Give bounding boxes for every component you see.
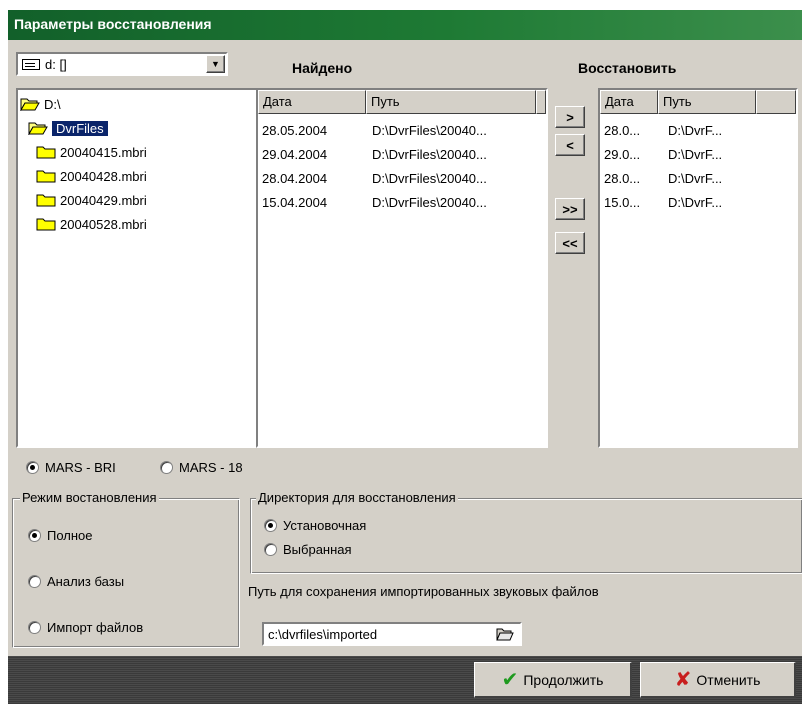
tree-item-label: 20040528.mbri [60, 216, 147, 232]
table-row[interactable]: 29.04.2004 D:\DvrFiles\20040... [258, 142, 546, 166]
column-date-header[interactable]: Дата [600, 90, 658, 114]
folder-icon [36, 145, 56, 159]
restore-params-dialog: Параметры восстановления d: [] ▼ Найдено… [8, 10, 802, 704]
mode-option-label: Полное [47, 528, 93, 543]
tree-item-dvrfiles[interactable]: DvrFiles [20, 116, 254, 140]
row-date: 28.0... [604, 170, 641, 186]
dir-group-frame [250, 498, 802, 574]
row-date: 29.04.2004 [262, 146, 328, 162]
dir-group-title: Директория для восстановления [256, 490, 458, 505]
table-row[interactable]: 28.04.2004 D:\DvrFiles\20040... [258, 166, 546, 190]
save-path-value: c:\dvrfiles\imported [268, 626, 378, 642]
mode-radio-import[interactable]: Импорт файлов [28, 620, 143, 635]
restore-label: Восстановить [578, 60, 677, 76]
found-list[interactable]: Дата Путь 28.05.2004 D:\DvrFiles\20040..… [256, 88, 548, 448]
row-path: D:\DvrFiles\20040... [372, 122, 487, 138]
found-list-header: Дата Путь [258, 90, 546, 114]
drive-icon [22, 58, 40, 70]
dir-radio-chosen[interactable]: Выбранная [264, 542, 352, 557]
folder-open-icon [28, 121, 48, 135]
tree-item-label: 20040428.mbri [60, 168, 147, 184]
tree-item-root[interactable]: D:\ [20, 92, 254, 116]
table-row[interactable]: 28.0... D:\DvrF... [600, 166, 796, 190]
drive-select-value: d: [] [45, 56, 67, 72]
tree-item-label: DvrFiles [52, 120, 108, 136]
format-option-label: MARS - 18 [179, 460, 243, 475]
remove-selected-button[interactable]: < [555, 134, 585, 156]
chevron-down-icon[interactable]: ▼ [206, 55, 225, 73]
row-path: D:\DvrF... [668, 146, 723, 162]
table-row[interactable]: 15.0... D:\DvrF... [600, 190, 796, 214]
dir-option-label: Установочная [283, 518, 367, 533]
mode-group-title: Режим востановления [20, 490, 159, 505]
folder-tree[interactable]: D:\ DvrFiles 20040415.mbri 20040428.mbri… [16, 88, 258, 448]
save-path-label: Путь для сохранения импортированных звук… [248, 584, 599, 599]
tree-item-folder[interactable]: 20040415.mbri [20, 140, 254, 164]
save-path-field[interactable]: c:\dvrfiles\imported [262, 622, 522, 646]
mode-radio-analysis[interactable]: Анализ базы [28, 574, 124, 589]
format-radio-mars-18[interactable]: MARS - 18 [160, 460, 243, 475]
cancel-label: Отменить [696, 671, 761, 688]
radio-unselected-icon [160, 461, 173, 474]
column-filler-header [756, 90, 796, 114]
row-date: 15.04.2004 [262, 194, 328, 210]
row-path: D:\DvrF... [668, 122, 723, 138]
tree-item-label: 20040429.mbri [60, 192, 147, 208]
table-row[interactable]: 29.0... D:\DvrF... [600, 142, 796, 166]
dir-option-label: Выбранная [283, 542, 352, 557]
restore-list[interactable]: Дата Путь 28.0... D:\DvrF... 29.0... D:\… [598, 88, 798, 448]
row-path: D:\DvrFiles\20040... [372, 170, 487, 186]
folder-open-icon [20, 97, 40, 111]
folder-icon [36, 169, 56, 183]
column-date-header[interactable]: Дата [258, 90, 366, 114]
restore-list-header: Дата Путь [600, 90, 796, 114]
column-path-header[interactable]: Путь [658, 90, 756, 114]
radio-unselected-icon [28, 575, 41, 588]
mode-option-label: Анализ базы [47, 574, 125, 589]
row-date: 28.05.2004 [262, 122, 328, 138]
browse-folder-icon[interactable] [496, 626, 514, 645]
tree-item-folder[interactable]: 20040429.mbri [20, 188, 254, 212]
add-selected-button[interactable]: > [555, 106, 585, 128]
row-date: 28.04.2004 [262, 170, 328, 186]
row-path: D:\DvrF... [668, 194, 723, 210]
checkmark-icon: ✔ [501, 669, 519, 691]
row-path: D:\DvrFiles\20040... [372, 194, 487, 210]
row-date: 15.0... [604, 194, 641, 210]
tree-item-folder[interactable]: 20040428.mbri [20, 164, 254, 188]
continue-label: Продолжить [523, 671, 604, 688]
found-label: Найдено [292, 60, 353, 76]
folder-icon [36, 217, 56, 231]
tree-item-label: 20040415.mbri [60, 144, 147, 160]
radio-selected-icon [28, 529, 41, 542]
column-path-header[interactable]: Путь [366, 90, 536, 114]
add-all-button[interactable]: >> [555, 198, 585, 220]
window-title: Параметры восстановления [8, 10, 802, 40]
cancel-button[interactable]: ✘ Отменить [640, 662, 796, 698]
column-filler-header [536, 90, 546, 114]
radio-unselected-icon [28, 621, 41, 634]
mode-radio-full[interactable]: Полное [28, 528, 93, 543]
radio-selected-icon [264, 519, 277, 532]
folder-icon [36, 193, 56, 207]
remove-all-button[interactable]: << [555, 232, 585, 254]
format-radio-mars-bri[interactable]: MARS - BRI [26, 460, 116, 475]
row-path: D:\DvrFiles\20040... [372, 146, 487, 162]
radio-unselected-icon [264, 543, 277, 556]
radio-selected-icon [26, 461, 39, 474]
tree-item-folder[interactable]: 20040528.mbri [20, 212, 254, 236]
row-date: 29.0... [604, 146, 641, 162]
dir-radio-default[interactable]: Установочная [264, 518, 366, 533]
close-icon: ✘ [674, 669, 692, 691]
row-path: D:\DvrF... [668, 170, 723, 186]
drive-select[interactable]: d: [] ▼ [16, 52, 228, 76]
table-row[interactable]: 28.05.2004 D:\DvrFiles\20040... [258, 118, 546, 142]
format-option-label: MARS - BRI [45, 460, 116, 475]
table-row[interactable]: 28.0... D:\DvrF... [600, 118, 796, 142]
table-row[interactable]: 15.04.2004 D:\DvrFiles\20040... [258, 190, 546, 214]
row-date: 28.0... [604, 122, 641, 138]
tree-item-label: D:\ [44, 96, 61, 112]
mode-option-label: Импорт файлов [47, 620, 144, 635]
continue-button[interactable]: ✔ Продолжить [474, 662, 632, 698]
